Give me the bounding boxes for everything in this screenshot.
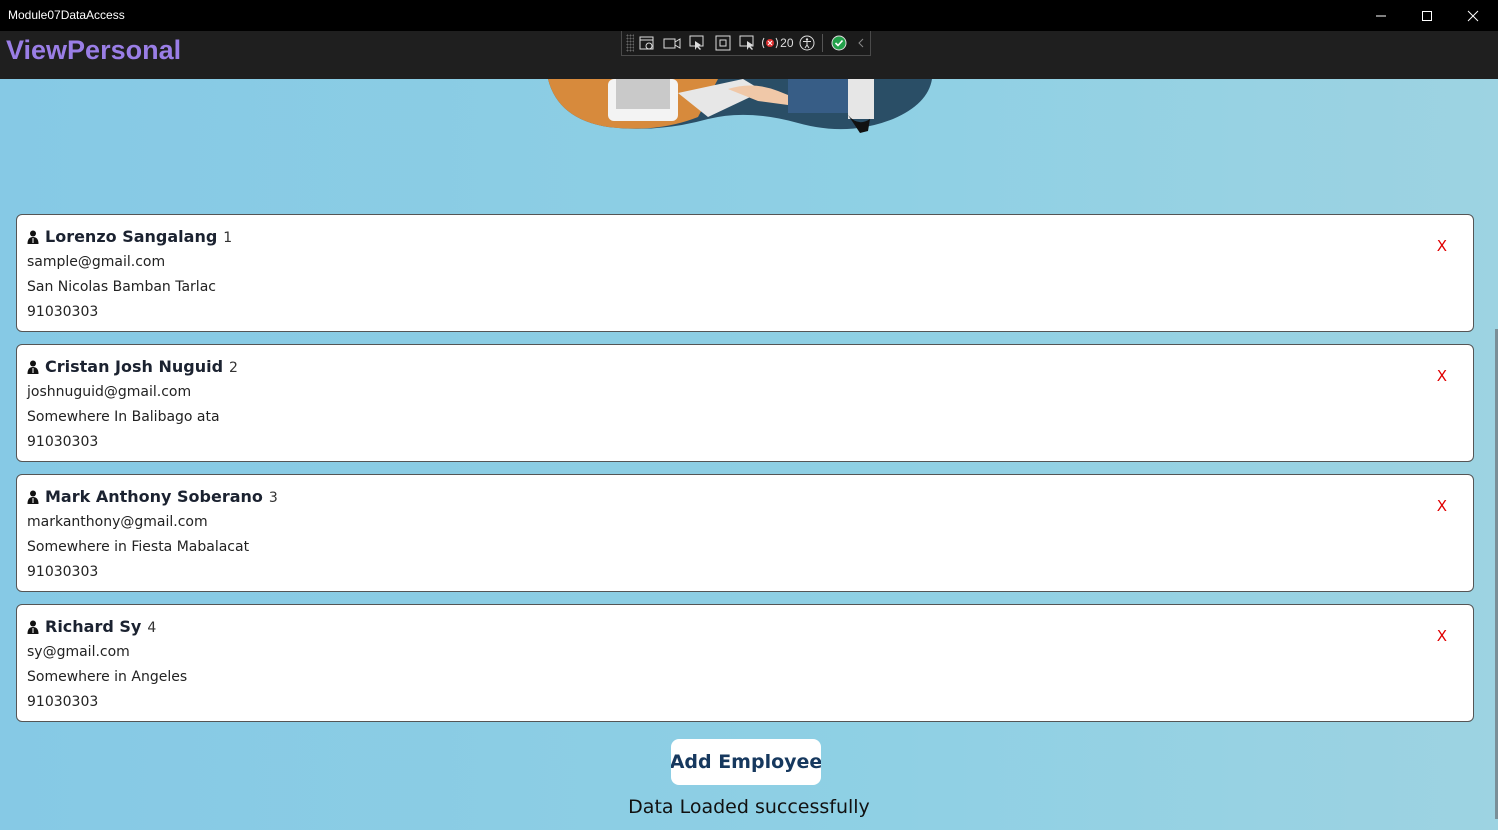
- employee-id: 3: [268, 490, 278, 506]
- track-focus-button[interactable]: [736, 32, 759, 54]
- employee-email: sy@gmail.com: [27, 644, 130, 660]
- hero-illustration: [548, 79, 932, 133]
- close-window-button[interactable]: [1450, 0, 1496, 31]
- employee-card: Cristan Josh Nuguid 2 joshnuguid@gmail.c…: [16, 344, 1474, 462]
- employee-id: 1: [223, 230, 233, 246]
- app-header: ViewPersonal 20: [0, 31, 1498, 79]
- employee-name-row: Mark Anthony Soberano 3: [27, 487, 278, 506]
- person-icon: [27, 490, 39, 504]
- maximize-icon: [1422, 10, 1432, 21]
- delete-employee-button[interactable]: X: [1437, 237, 1447, 255]
- employee-name: Mark Anthony Soberano: [45, 487, 263, 506]
- visual-tree-icon: [639, 36, 654, 50]
- employee-phone: 91030303: [27, 564, 99, 580]
- employee-phone: 91030303: [27, 694, 99, 710]
- accessibility-icon: [799, 35, 815, 51]
- window-titlebar: Module07DataAccess: [0, 0, 1498, 31]
- minimize-button[interactable]: [1358, 0, 1404, 31]
- person-icon: [27, 620, 39, 634]
- delete-employee-button[interactable]: X: [1437, 367, 1447, 385]
- add-employee-button[interactable]: Add Employee: [671, 739, 821, 785]
- toolbar-grip[interactable]: [626, 34, 634, 52]
- employee-card: Richard Sy 4 sy@gmail.com Somewhere in A…: [16, 604, 1474, 722]
- employee-name-row: Cristan Josh Nuguid 2: [27, 357, 238, 376]
- adorner-icon: [715, 35, 731, 51]
- delete-employee-button[interactable]: X: [1437, 627, 1447, 645]
- employee-name: Cristan Josh Nuguid: [45, 357, 224, 376]
- cursor-select-icon: [689, 35, 704, 50]
- record-button[interactable]: [661, 32, 684, 54]
- status-message: Data Loaded successfully: [628, 796, 870, 818]
- chevron-left-icon: [858, 38, 864, 48]
- employee-card: Mark Anthony Soberano 3 markanthony@gmai…: [16, 474, 1474, 592]
- person-icon: [27, 360, 39, 374]
- employee-card: Lorenzo Sangalang 1 sample@gmail.com San…: [16, 214, 1474, 332]
- accessibility-button[interactable]: [796, 32, 819, 54]
- close-icon: [1467, 10, 1479, 21]
- binding-failure-icon: [762, 37, 779, 49]
- employee-name-row: Lorenzo Sangalang 1: [27, 227, 232, 246]
- employee-email: markanthony@gmail.com: [27, 514, 208, 530]
- employee-address: Somewhere in Fiesta Mabalacat: [27, 539, 250, 555]
- layout-adorners-button[interactable]: [711, 32, 734, 54]
- page-title: ViewPersonal: [6, 35, 182, 65]
- xaml-debug-toolbar: 20: [621, 31, 871, 56]
- employee-name-row: Richard Sy 4: [27, 617, 156, 636]
- minimize-icon: [1376, 15, 1386, 16]
- employee-name: Richard Sy: [45, 617, 142, 636]
- toolbar-separator: [821, 34, 823, 52]
- window-title: Module07DataAccess: [8, 8, 125, 22]
- employee-email: sample@gmail.com: [27, 254, 166, 270]
- employee-email: joshnuguid@gmail.com: [27, 384, 192, 400]
- maximize-button[interactable]: [1404, 0, 1450, 31]
- delete-employee-button[interactable]: X: [1437, 497, 1447, 515]
- employee-address: Somewhere in Angeles: [27, 669, 188, 685]
- camera-icon: [663, 38, 681, 49]
- binding-failure-count: 20: [780, 36, 794, 50]
- content-area: Lorenzo Sangalang 1 sample@gmail.com San…: [0, 79, 1498, 830]
- hot-reload-status-button[interactable]: [828, 32, 851, 54]
- person-icon: [27, 230, 39, 244]
- employee-phone: 91030303: [27, 434, 99, 450]
- employee-name: Lorenzo Sangalang: [45, 227, 218, 246]
- employee-address: Somewhere In Balibago ata: [27, 409, 220, 425]
- track-focus-icon: [739, 35, 754, 50]
- live-visual-tree-button[interactable]: [636, 32, 659, 54]
- select-element-button[interactable]: [686, 32, 709, 54]
- employee-address: San Nicolas Bamban Tarlac: [27, 279, 216, 295]
- binding-failures-button[interactable]: [761, 32, 779, 54]
- collapse-toolbar-button[interactable]: [853, 32, 870, 54]
- employee-id: 2: [229, 360, 238, 376]
- employee-id: 4: [147, 620, 157, 636]
- employee-phone: 91030303: [27, 304, 99, 320]
- check-circle-icon: [831, 35, 847, 51]
